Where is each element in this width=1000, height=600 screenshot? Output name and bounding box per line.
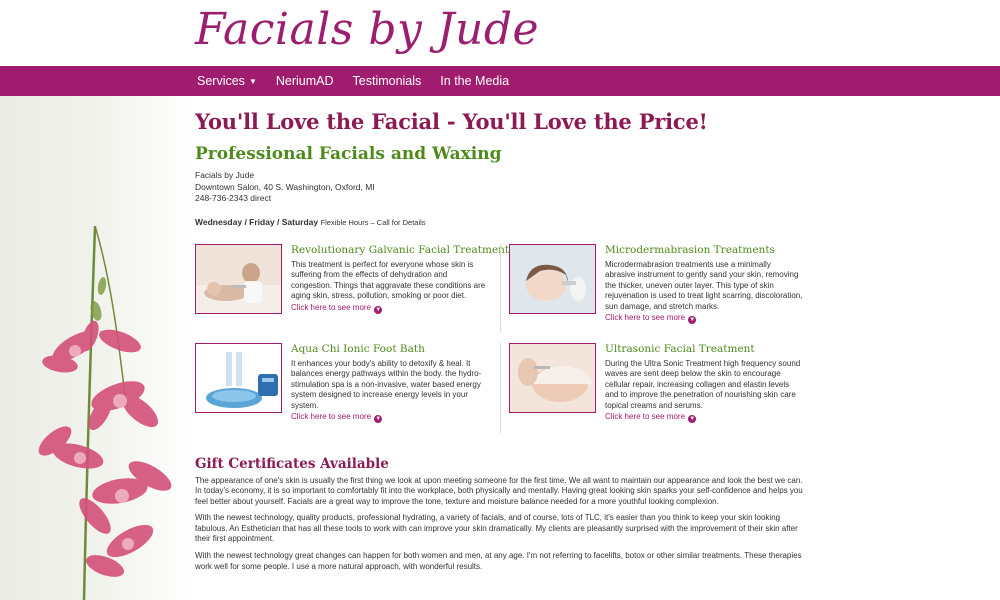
- column-divider: [500, 243, 501, 332]
- galvanic-facial-photo[interactable]: [195, 243, 282, 314]
- caret-down-icon: ▼: [248, 76, 257, 86]
- see-more-label: Click here to see more: [291, 412, 372, 422]
- see-more-label: Click here to see more: [605, 412, 686, 422]
- service-title: Ultrasonic Facial Treatment: [605, 342, 755, 355]
- body-paragraph: With the newest technology great changes…: [195, 551, 802, 571]
- service-description: During the Ultra Sonic Treatment high fr…: [605, 358, 801, 410]
- nav-item-label: Testimonials: [352, 74, 422, 88]
- page-subhead: Professional Facials and Waxing: [195, 144, 502, 164]
- service-title: Microdermabrasion Treatments: [605, 243, 775, 256]
- business-name: Facials by Jude: [195, 170, 255, 180]
- service-card-ultrasonic: Ultrasonic Facial Treatment During the U…: [509, 342, 809, 431]
- service-text: Microdermabrasion Treatments Microdermab…: [605, 244, 803, 325]
- nav-item-label: Services: [197, 74, 245, 88]
- service-description: Microdermabrasion treatments use a minim…: [605, 259, 803, 311]
- column-divider: [500, 342, 501, 433]
- see-more-link[interactable]: Click here to see more ▼: [605, 411, 803, 424]
- body-paragraph: The appearance of one's skin is usually …: [195, 475, 803, 506]
- service-card-galvanic: Revolutionary Galvanic Facial Treatment …: [195, 243, 510, 332]
- nav-item-in-the-media[interactable]: In the Media: [440, 66, 528, 96]
- circle-chevron-down-icon: ▼: [374, 305, 383, 314]
- service-text: Aqua Chi Ionic Foot Bath It enhances you…: [291, 343, 489, 424]
- service-description: This treatment is perfect for everyone w…: [291, 259, 486, 301]
- business-hours: Wednesday / Friday / Saturday Flexible H…: [195, 217, 805, 227]
- circle-chevron-down-icon: ▼: [688, 415, 697, 424]
- business-phone: 248-736-2343 direct: [195, 193, 272, 203]
- see-more-link[interactable]: Click here to see more ▼: [291, 411, 489, 424]
- business-location: Downtown Salon, 40 S. Washington, Oxford…: [195, 181, 375, 192]
- page-headline: You'll Love the Facial - You'll Love the…: [195, 109, 708, 134]
- business-address: Facials by Jude Downtown Salon, 40 S. Wa…: [195, 170, 805, 205]
- nav-item-label: In the Media: [440, 74, 510, 88]
- orchid-flower-image: [38, 225, 172, 600]
- site-logo[interactable]: Facials by Jude: [195, 4, 539, 55]
- circle-chevron-down-icon: ▼: [688, 316, 697, 325]
- services-grid: Revolutionary Galvanic Facial Treatment …: [195, 243, 805, 434]
- see-more-link[interactable]: Click here to see more ▼: [605, 312, 803, 325]
- service-title: Revolutionary Galvanic Facial Treatment: [291, 243, 510, 256]
- microdermabrasion-photo[interactable]: [509, 243, 596, 314]
- see-more-label: Click here to see more: [605, 313, 686, 323]
- service-text: Revolutionary Galvanic Facial Treatment …: [291, 243, 510, 314]
- circle-chevron-down-icon: ▼: [374, 415, 383, 424]
- service-title: Aqua Chi Ionic Foot Bath: [291, 342, 425, 355]
- main-navbar: Services ▼ NeriumAD Testimonials In the M…: [0, 66, 1000, 96]
- nav-item-neriumad[interactable]: NeriumAD: [276, 66, 353, 96]
- see-more-link[interactable]: Click here to see more ▼: [291, 302, 489, 314]
- service-description: It enhances your body's ability to detox…: [291, 358, 482, 410]
- hours-days: Wednesday / Friday / Saturday: [195, 216, 319, 227]
- service-card-microdermabrasion: Microdermabrasion Treatments Microdermab…: [509, 243, 809, 332]
- nav-item-services[interactable]: Services ▼: [197, 66, 276, 96]
- see-more-label: Click here to see more: [291, 302, 372, 312]
- main-content: You'll Love the Facial - You'll Love the…: [195, 96, 805, 572]
- ultrasonic-facial-photo[interactable]: [509, 342, 596, 413]
- orchid-decoration: [0, 96, 195, 600]
- foot-bath-photo[interactable]: [195, 342, 282, 413]
- body-paragraph: With the newest technology, quality prod…: [195, 513, 798, 544]
- nav-item-testimonials[interactable]: Testimonials: [353, 66, 441, 96]
- gift-certificates-title: Gift Certificates Available: [195, 455, 389, 472]
- service-text: Ultrasonic Facial Treatment During the U…: [605, 343, 803, 424]
- nav-item-label: NeriumAD: [275, 74, 334, 88]
- nav-menu: Services ▼ NeriumAD Testimonials In the M…: [197, 66, 528, 96]
- service-card-foot-bath: Aqua Chi Ionic Foot Bath It enhances you…: [195, 342, 495, 431]
- hours-note: Flexible Hours – Call for Details: [320, 217, 426, 227]
